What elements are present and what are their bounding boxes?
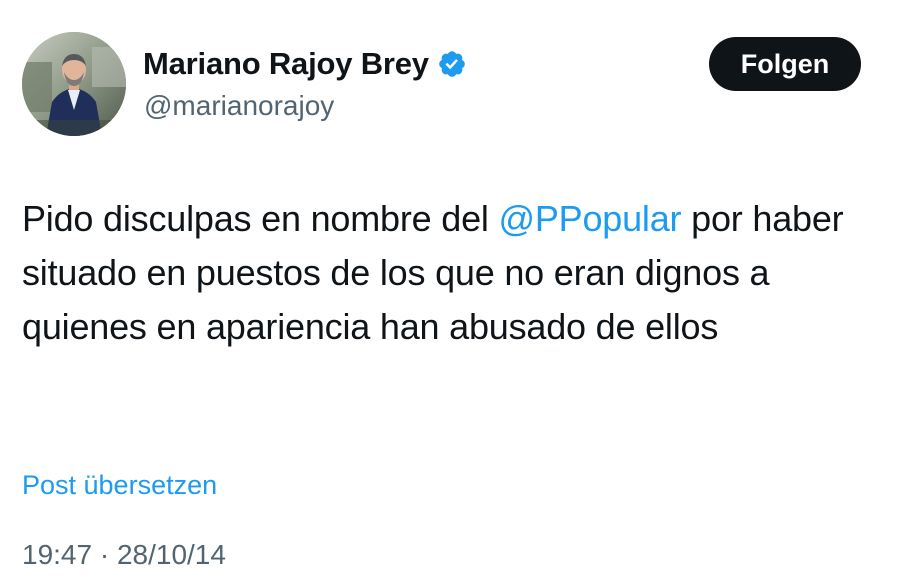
profile-photo-icon [22, 32, 126, 136]
follow-button[interactable]: Folgen [709, 37, 861, 91]
translate-post-link[interactable]: Post übersetzen [22, 467, 217, 503]
mention-link[interactable]: @PPopular [499, 198, 682, 239]
avatar[interactable] [22, 32, 126, 136]
handle[interactable]: @marianorajoy [144, 88, 334, 124]
display-name-row[interactable]: Mariano Rajoy Brey [143, 44, 467, 84]
display-name[interactable]: Mariano Rajoy Brey [143, 44, 429, 84]
tweet-text-before: Pido disculpas en nombre del [22, 198, 499, 239]
verified-badge-icon[interactable] [437, 49, 467, 79]
timestamp[interactable]: 19:47 · 28/10/14 [22, 536, 226, 574]
tweet-text: Pido disculpas en nombre del @PPopular p… [22, 192, 882, 354]
